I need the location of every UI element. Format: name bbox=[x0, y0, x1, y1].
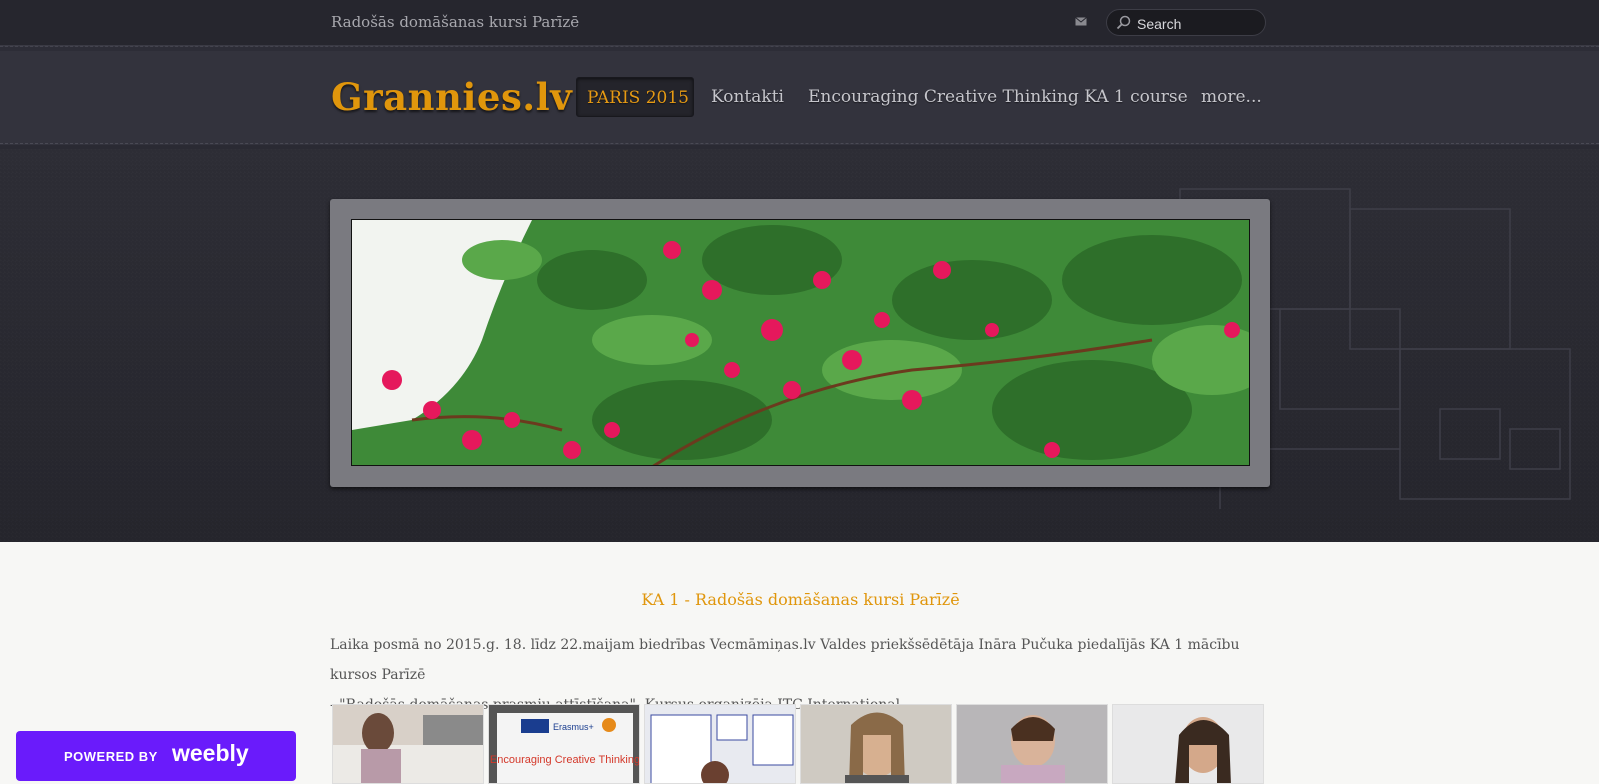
top-bar: Radošās domāšanas kursi Parīzē bbox=[0, 0, 1599, 46]
site-tagline: Radošās domāšanas kursi Parīzē bbox=[331, 13, 580, 31]
page-heading: KA 1 - Radošās domāšanas kursi Parīzē bbox=[641, 590, 960, 609]
banner-image bbox=[351, 219, 1250, 466]
site-logo[interactable]: Grannies.lv bbox=[331, 75, 572, 119]
gallery-thumbnail[interactable] bbox=[644, 704, 796, 784]
search-icon bbox=[1116, 15, 1131, 30]
nav-item-more[interactable]: more... bbox=[1201, 77, 1262, 117]
nav-item-paris-2015[interactable]: PARIS 2015 bbox=[576, 77, 694, 117]
nav-item-encouraging-creative-thinking[interactable]: Encouraging Creative Thinking KA 1 cours… bbox=[808, 77, 1188, 117]
search-input[interactable] bbox=[1135, 13, 1259, 34]
powered-by-weebly-badge[interactable]: POWERED BY weebly bbox=[16, 731, 296, 781]
mail-icon[interactable] bbox=[1075, 17, 1087, 26]
thumbnail-caption: Encouraging Creative Thinking bbox=[490, 754, 640, 766]
nav-item-kontakti[interactable]: Kontakti bbox=[711, 77, 784, 117]
powered-by-label: POWERED BY bbox=[64, 749, 158, 764]
gallery-thumbnail[interactable]: Erasmus+ Encouraging Creative Thinking bbox=[488, 704, 640, 784]
gallery-thumbnail[interactable] bbox=[800, 704, 952, 784]
main-navbar: Grannies.lv PARIS 2015 Kontakti Encourag… bbox=[0, 46, 1599, 151]
erasmus-label: Erasmus+ bbox=[553, 722, 594, 732]
intro-paragraph-line-1: Laika posmā no 2015.g. 18. līdz 22.maija… bbox=[330, 637, 1240, 683]
banner-frame bbox=[330, 199, 1270, 487]
gallery-thumbnail[interactable] bbox=[956, 704, 1108, 784]
weebly-logo: weebly bbox=[172, 740, 249, 766]
hero-section bbox=[0, 149, 1599, 542]
search-box[interactable] bbox=[1106, 9, 1266, 36]
gallery-thumbnail[interactable] bbox=[1112, 704, 1264, 784]
gallery-thumbnail[interactable] bbox=[332, 704, 484, 784]
